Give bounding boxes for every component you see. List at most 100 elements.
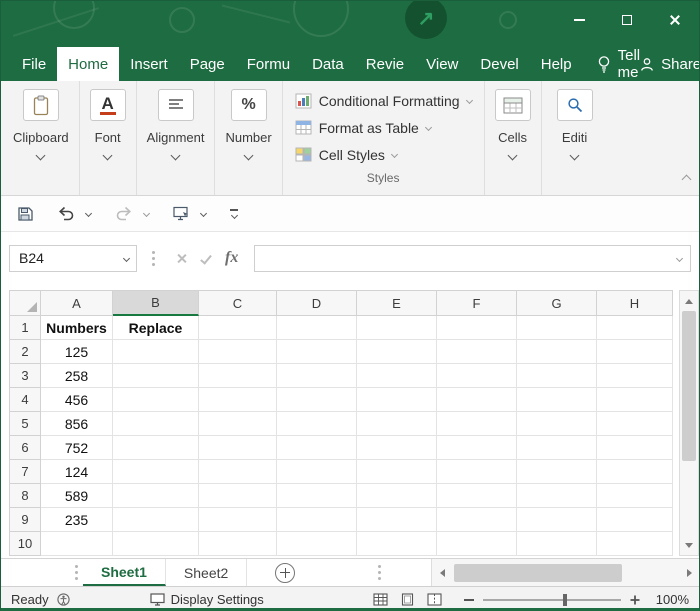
cell-B6[interactable] [113,436,199,460]
normal-view-button[interactable] [373,593,388,606]
cell-G1[interactable] [517,316,597,340]
cell-H9[interactable] [597,508,673,532]
cell-F6[interactable] [437,436,517,460]
cell-A10[interactable] [41,532,113,556]
horizontal-scroll-track[interactable] [450,559,681,586]
cell-B8[interactable] [113,484,199,508]
cell-A7[interactable]: 124 [41,460,113,484]
vertical-scroll-thumb[interactable] [682,311,696,461]
cell-B4[interactable] [113,388,199,412]
column-header-h[interactable]: H [597,290,673,316]
minimize-button[interactable] [555,1,603,39]
cell-E9[interactable] [357,508,437,532]
insert-function-button[interactable]: fx [225,249,238,267]
scroll-left-button[interactable] [432,559,450,586]
column-header-d[interactable]: D [277,290,357,316]
zoom-in-button[interactable] [630,595,640,604]
ribbon-group-alignment[interactable]: Alignment [137,81,216,195]
row-header-10[interactable]: 10 [9,532,41,556]
undo-button[interactable] [53,201,79,227]
cell-F5[interactable] [437,412,517,436]
sheet-tab-sheet1[interactable]: Sheet1 [83,559,166,586]
cell-styles-button[interactable]: Cell Styles [295,141,398,168]
row-header-4[interactable]: 4 [9,388,41,412]
page-break-preview-button[interactable] [427,593,442,606]
row-header-3[interactable]: 3 [9,364,41,388]
ribbon-group-editing[interactable]: Editi [542,81,598,195]
cell-F2[interactable] [437,340,517,364]
tab-home[interactable]: Home [57,47,120,81]
page-layout-view-button[interactable] [400,593,415,606]
cell-D5[interactable] [277,412,357,436]
cell-G3[interactable] [517,364,597,388]
scroll-up-button[interactable] [680,291,698,309]
save-button[interactable] [13,201,37,227]
cell-B2[interactable] [113,340,199,364]
cell-G7[interactable] [517,460,597,484]
formula-input[interactable] [254,244,691,272]
tab-view[interactable]: View [415,47,469,81]
cell-A1[interactable]: Numbers [41,316,113,340]
cell-G4[interactable] [517,388,597,412]
cancel-icon[interactable] [176,253,187,264]
cell-D9[interactable] [277,508,357,532]
cell-F10[interactable] [437,532,517,556]
display-settings-button[interactable]: Display Settings [149,592,264,607]
cell-C7[interactable] [199,460,277,484]
cell-E5[interactable] [357,412,437,436]
cell-D3[interactable] [277,364,357,388]
cell-H1[interactable] [597,316,673,340]
scroll-down-button[interactable] [680,537,698,555]
cell-F3[interactable] [437,364,517,388]
cell-H5[interactable] [597,412,673,436]
cell-F8[interactable] [437,484,517,508]
cell-B1[interactable]: Replace [113,316,199,340]
cell-H3[interactable] [597,364,673,388]
cell-A5[interactable]: 856 [41,412,113,436]
customize-qat-button[interactable] [226,201,242,227]
cell-F4[interactable] [437,388,517,412]
accessibility-button[interactable] [56,593,70,606]
cell-F7[interactable] [437,460,517,484]
zoom-out-button[interactable] [464,598,474,601]
sheet-tab-sheet2[interactable]: Sheet2 [166,559,248,586]
cell-H4[interactable] [597,388,673,412]
cell-A4[interactable]: 456 [41,388,113,412]
cell-E7[interactable] [357,460,437,484]
chevron-down-icon[interactable] [675,254,684,262]
ribbon-group-font[interactable]: A Font [80,81,137,195]
column-header-e[interactable]: E [357,290,437,316]
row-header-8[interactable]: 8 [9,484,41,508]
tab-page[interactable]: Page [179,47,236,81]
cell-D8[interactable] [277,484,357,508]
cell-C9[interactable] [199,508,277,532]
cell-B7[interactable] [113,460,199,484]
cell-C8[interactable] [199,484,277,508]
cell-E8[interactable] [357,484,437,508]
vertical-scrollbar[interactable] [679,290,699,556]
row-header-2[interactable]: 2 [9,340,41,364]
ribbon-group-cells[interactable]: Cells [485,81,542,195]
cell-G6[interactable] [517,436,597,460]
row-header-5[interactable]: 5 [9,412,41,436]
cell-G10[interactable] [517,532,597,556]
cell-A3[interactable]: 258 [41,364,113,388]
cell-F1[interactable] [437,316,517,340]
cell-C2[interactable] [199,340,277,364]
cell-E4[interactable] [357,388,437,412]
cell-G5[interactable] [517,412,597,436]
cell-E10[interactable] [357,532,437,556]
maximize-button[interactable] [603,1,651,39]
touch-mouse-mode-button[interactable] [169,201,194,227]
row-header-6[interactable]: 6 [9,436,41,460]
ribbon-group-number[interactable]: % Number [215,81,283,195]
share-button[interactable]: Share [640,47,699,81]
cell-B3[interactable] [113,364,199,388]
zoom-slider[interactable] [483,593,621,606]
cell-D10[interactable] [277,532,357,556]
redo-button[interactable] [111,201,137,227]
cell-H6[interactable] [597,436,673,460]
column-header-c[interactable]: C [199,290,277,316]
cell-D4[interactable] [277,388,357,412]
tab-devel[interactable]: Devel [469,47,529,81]
